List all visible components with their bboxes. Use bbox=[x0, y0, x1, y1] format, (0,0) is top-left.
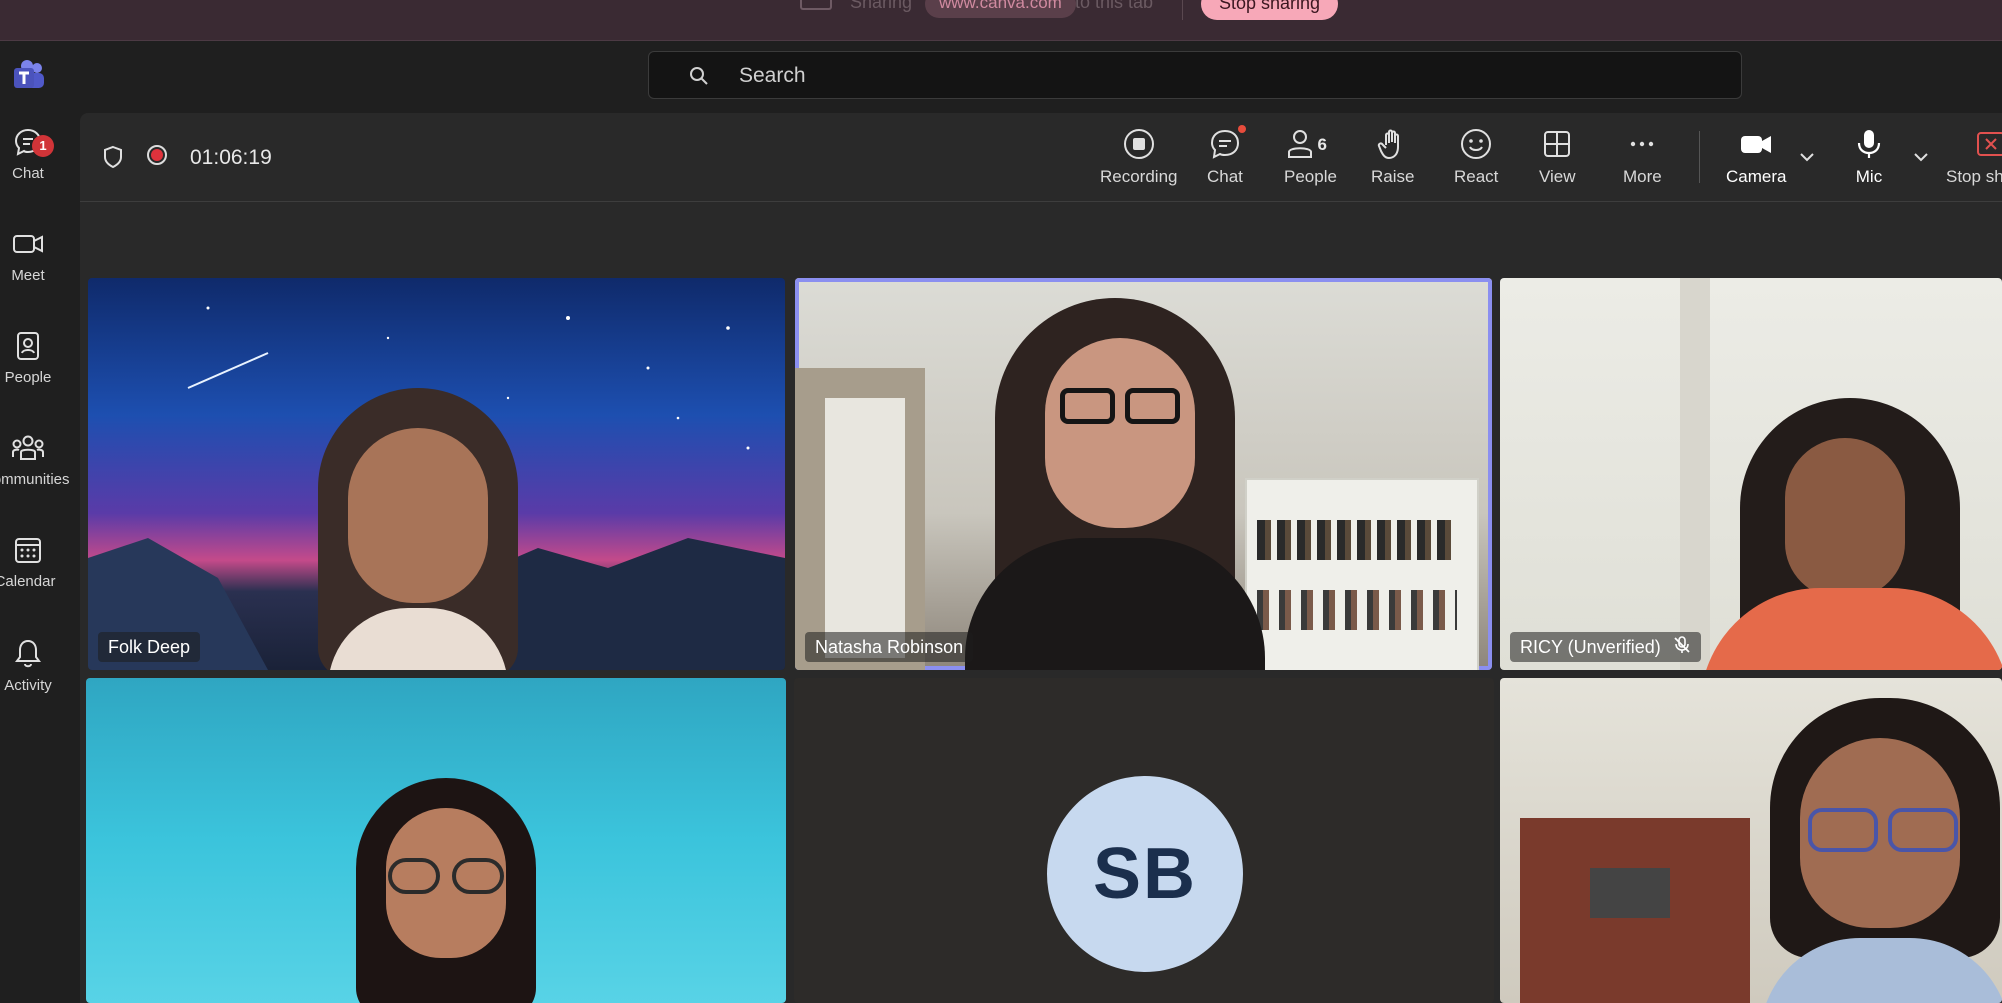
toolbar-label: People bbox=[1284, 167, 1337, 186]
rail-item-label: Meet bbox=[11, 267, 45, 284]
recording-button[interactable]: Recording bbox=[1100, 127, 1178, 187]
divider bbox=[1182, 0, 1183, 20]
search-input[interactable] bbox=[737, 60, 1641, 92]
more-button[interactable]: More bbox=[1623, 127, 1662, 187]
participant-video bbox=[288, 388, 548, 670]
toolbar-label: Raise bbox=[1371, 167, 1415, 186]
stop-share-icon bbox=[1977, 132, 2002, 156]
laptop bbox=[1590, 868, 1670, 918]
stop-share-button[interactable]: Stop sharing bbox=[1946, 127, 2002, 187]
door bbox=[825, 398, 905, 658]
participant-name: Folk Deep bbox=[98, 632, 201, 662]
rail-item-chat[interactable]: 1 Chat bbox=[0, 127, 56, 217]
shield-icon[interactable] bbox=[102, 145, 124, 169]
rail-item-label: Chat bbox=[12, 165, 44, 182]
camera-button[interactable]: Camera bbox=[1726, 127, 1786, 187]
unread-dot bbox=[1237, 125, 1246, 133]
rail-item-calendar[interactable]: Calendar bbox=[0, 535, 56, 625]
grid-view-icon bbox=[1544, 131, 1571, 157]
avatar: SB bbox=[1047, 776, 1243, 972]
toolbar-label: Mic bbox=[1855, 167, 1883, 186]
toolbar-label: More bbox=[1623, 167, 1662, 186]
search-box[interactable] bbox=[648, 51, 1742, 99]
communities-icon bbox=[12, 435, 44, 460]
participant-video bbox=[1670, 398, 2002, 670]
teams-logo-icon[interactable] bbox=[10, 60, 46, 94]
sharing-text: Sharing bbox=[850, 0, 913, 12]
video-tile-ricy[interactable]: RICY (Unverified) bbox=[1500, 278, 2002, 670]
people-button[interactable]: 6 People bbox=[1284, 127, 1337, 187]
microphone-icon bbox=[1857, 130, 1881, 158]
participant-video bbox=[1750, 698, 2002, 1003]
meeting-toolbar: 01:06:19 Recording Chat 6 People Raise R… bbox=[80, 113, 2002, 202]
participant-video bbox=[945, 298, 1285, 670]
raise-hand-icon bbox=[1377, 129, 1399, 159]
toolbar-label: Chat bbox=[1207, 167, 1243, 186]
bell-icon bbox=[15, 639, 41, 668]
sharing-text-suffix: to this tab bbox=[1075, 0, 1154, 12]
chat-icon bbox=[1210, 129, 1239, 159]
video-tile-participant-6[interactable] bbox=[1500, 678, 2002, 1003]
participant-name: Natasha Robinson bbox=[805, 632, 974, 662]
react-button[interactable]: React bbox=[1454, 127, 1498, 187]
chevron-down-icon[interactable] bbox=[1798, 151, 1816, 163]
search-icon bbox=[690, 67, 708, 85]
rail-item-meet[interactable]: Meet bbox=[0, 229, 56, 319]
contact-book-icon bbox=[17, 332, 39, 360]
stop-sharing-button[interactable]: Stop sharing bbox=[1201, 0, 1339, 20]
raise-hand-button[interactable]: Raise bbox=[1371, 127, 1414, 187]
left-rail: 1 Chat Meet People Communities bbox=[0, 113, 80, 1003]
smiley-icon bbox=[1461, 129, 1492, 159]
video-tile-sb[interactable]: SB bbox=[794, 678, 1494, 1003]
rail-item-label: Activity bbox=[4, 677, 52, 694]
sharing-banner: Sharing www.canva.com to this tab Stop s… bbox=[0, 0, 2002, 41]
rail-item-label: Calendar bbox=[0, 573, 56, 590]
app-bar bbox=[0, 41, 2002, 113]
screen-share-icon bbox=[800, 0, 832, 10]
toolbar-label: Stop sharing bbox=[1946, 167, 2002, 186]
chat-button[interactable]: Chat bbox=[1207, 125, 1246, 187]
rail-item-label: Communities bbox=[0, 471, 70, 488]
meeting-stage: 01:06:19 Recording Chat 6 People Raise R… bbox=[80, 113, 2002, 1003]
rail-item-label: People bbox=[4, 369, 52, 386]
rail-item-communities[interactable]: Communities bbox=[0, 433, 70, 523]
video-tile-natasha-robinson[interactable]: Natasha Robinson bbox=[795, 278, 1492, 670]
toolbar-label: View bbox=[1539, 167, 1576, 186]
toolbar-label: Camera bbox=[1726, 167, 1787, 186]
toolbar-label: Recording bbox=[1100, 167, 1178, 186]
people-count: 6 bbox=[1317, 135, 1327, 154]
mic-off-icon bbox=[1674, 636, 1690, 653]
person-icon bbox=[1288, 130, 1313, 158]
video-camera-icon bbox=[13, 235, 43, 253]
shared-url: www.canva.com bbox=[925, 0, 1076, 18]
more-icon bbox=[1631, 141, 1654, 147]
chevron-down-icon[interactable] bbox=[1912, 151, 1930, 163]
toolbar-label: React bbox=[1454, 167, 1499, 186]
toolbar-divider bbox=[1699, 131, 1700, 183]
rail-item-people[interactable]: People bbox=[0, 331, 56, 421]
chat-badge: 1 bbox=[32, 135, 54, 157]
video-tile-participant-4[interactable] bbox=[86, 678, 786, 1003]
mic-button[interactable]: Mic bbox=[1854, 127, 1884, 187]
record-icon bbox=[1123, 129, 1154, 159]
rail-item-activity[interactable]: Activity bbox=[0, 637, 56, 727]
view-button[interactable]: View bbox=[1539, 127, 1576, 187]
calendar-icon bbox=[15, 538, 41, 563]
video-tile-folk-deep[interactable]: Folk Deep bbox=[88, 278, 785, 670]
meeting-timer: 01:06:19 bbox=[190, 146, 272, 169]
recording-indicator-icon bbox=[147, 145, 167, 165]
camera-icon bbox=[1741, 136, 1772, 153]
participant-video bbox=[336, 778, 576, 1003]
